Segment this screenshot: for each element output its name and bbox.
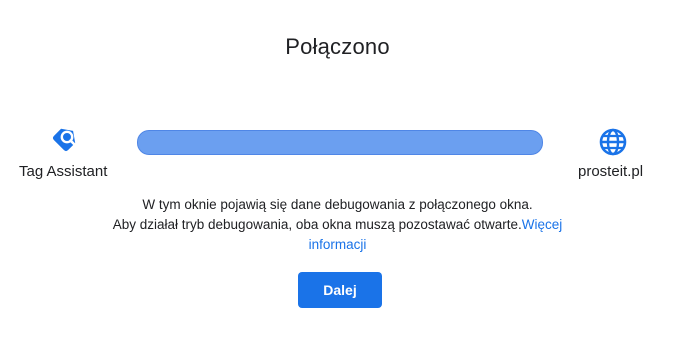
description-line-2-text: Aby działał tryb debugowania, oba okna m… [112, 217, 522, 232]
description-line-1: W tym oknie pojawią się dane debugowania… [142, 197, 533, 212]
tag-assistant-icon [50, 122, 82, 154]
connection-dialog: Połączono Tag Assistant prosteit.pl W ty… [0, 0, 675, 347]
connection-bar [137, 130, 543, 155]
more-info-link-part-2[interactable]: informacji [309, 237, 367, 252]
description-line-2: Aby działał tryb debugowania, oba okna m… [0, 215, 675, 235]
continue-button[interactable]: Dalej [298, 272, 382, 308]
page-title: Połączono [285, 34, 390, 59]
more-info-link-part-1[interactable]: Więcej [522, 217, 563, 232]
description: W tym oknie pojawią się dane debugowania… [0, 195, 675, 255]
globe-icon [598, 127, 628, 157]
target-label: prosteit.pl [578, 163, 644, 180]
source-label: Tag Assistant [19, 163, 108, 180]
description-line-3: informacji [0, 235, 675, 255]
